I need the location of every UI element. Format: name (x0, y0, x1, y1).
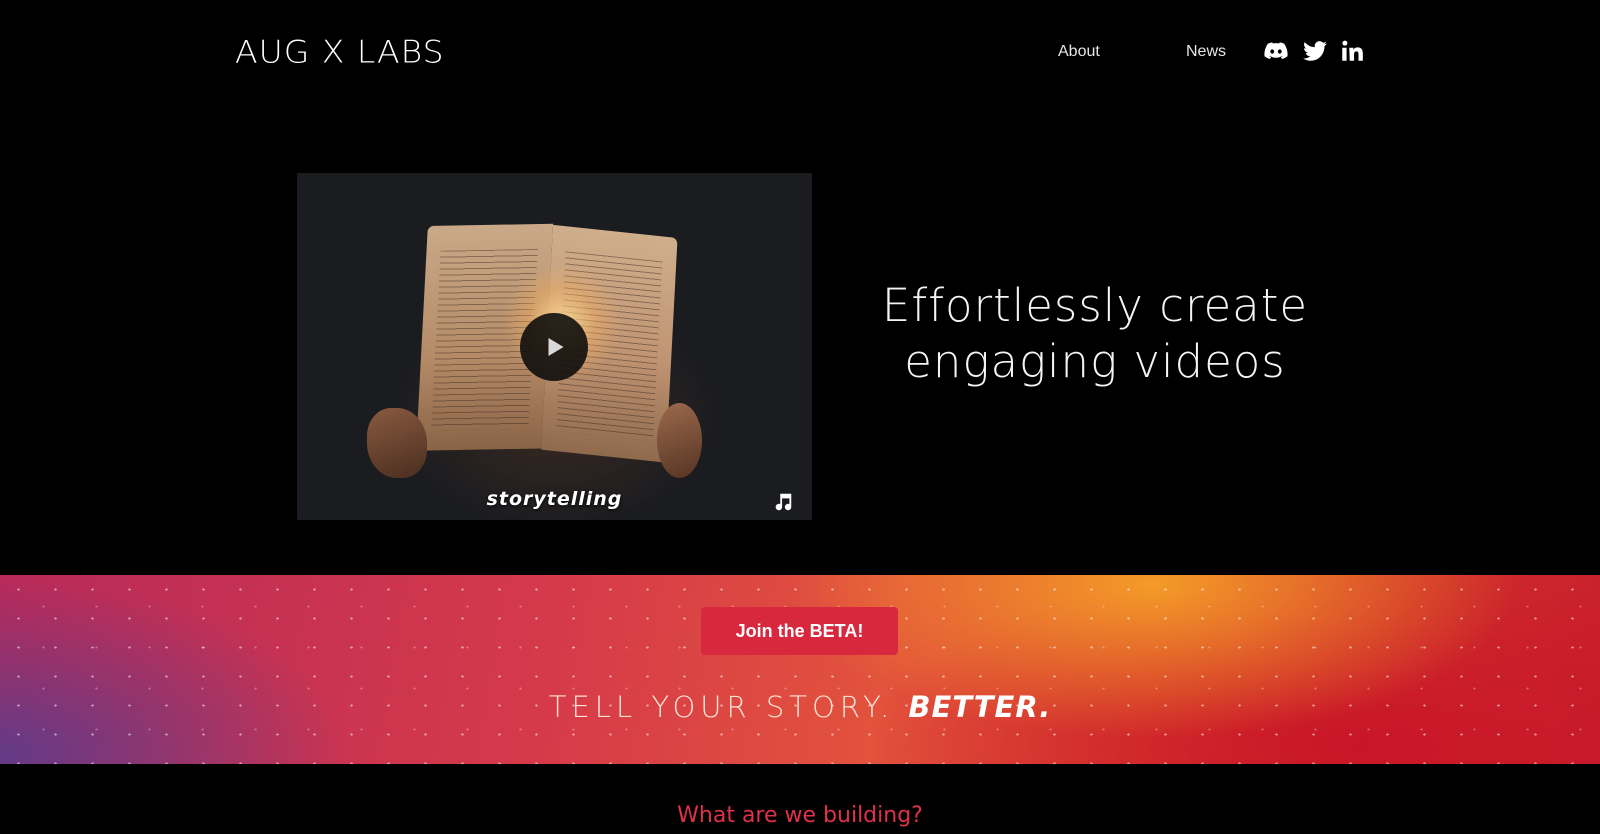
site-header: AUG X LABS About News (0, 0, 1600, 110)
section-heading: What are we building? (677, 803, 923, 828)
site-logo[interactable]: AUG X LABS (235, 31, 445, 73)
tagline: TELL YOUR STORY. BETTER. (0, 690, 1600, 724)
hero-headline-line-2: engaging videos (904, 335, 1286, 388)
twitter-icon[interactable] (1302, 38, 1328, 64)
play-button[interactable] (520, 313, 588, 381)
cta-banner (0, 575, 1600, 764)
hero-headline: Effortlessly create engaging videos (880, 278, 1310, 390)
music-note-icon (775, 493, 792, 511)
video-player[interactable]: storytelling (297, 173, 812, 520)
nav-about[interactable]: About (1058, 42, 1100, 62)
linkedin-icon[interactable] (1339, 38, 1365, 64)
video-caption: storytelling (486, 488, 623, 510)
play-icon (548, 338, 564, 356)
discord-icon[interactable] (1263, 38, 1289, 64)
hero-headline-line-1: Effortlessly create (881, 279, 1309, 332)
nav-news[interactable]: News (1186, 42, 1226, 62)
tagline-main: TELL YOUR STORY. (548, 690, 909, 724)
join-beta-button[interactable]: Join the BETA! (701, 607, 898, 655)
starfield-background (0, 575, 1600, 764)
tagline-emphasis: BETTER. (908, 690, 1052, 724)
